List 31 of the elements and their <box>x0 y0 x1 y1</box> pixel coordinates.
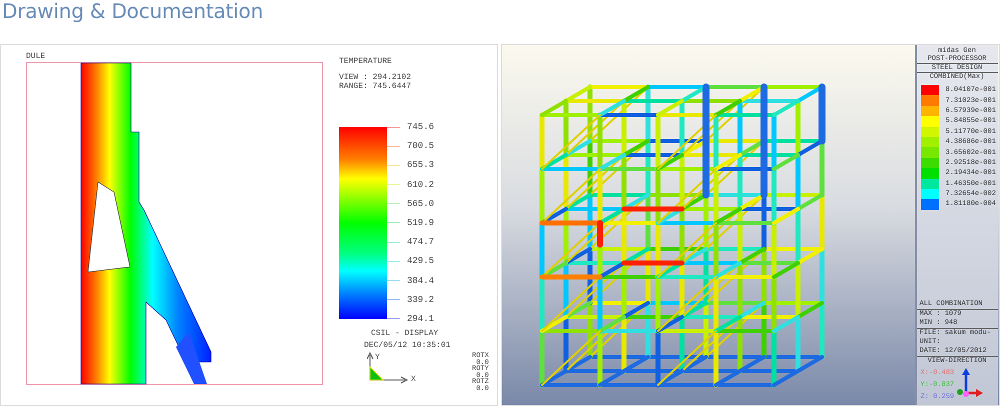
scale-tick <box>387 299 400 300</box>
scale-label: 565.0 <box>407 198 434 209</box>
scale-label: 294.1 <box>407 314 434 324</box>
scale-tick <box>387 146 400 147</box>
section-title: Drawing & Documentation <box>1 0 264 22</box>
axis-label: X <box>411 375 416 384</box>
scale-label: 700.5 <box>407 141 434 152</box>
axis-label: Y <box>375 353 380 362</box>
model-label: DULE <box>26 51 46 62</box>
scale-label: 384.4 <box>407 276 434 286</box>
scale-label: 339.2 <box>407 294 434 305</box>
scale-label: 519.9 <box>407 218 434 228</box>
scale-label: 745.6 <box>407 122 434 132</box>
scale-tick <box>387 318 400 320</box>
timestamp: DEC/05/12 10:35:01 <box>363 341 452 350</box>
scale-label: 655.3 <box>407 160 434 170</box>
scale-tick <box>387 203 400 204</box>
display-label: CSIL - DISPLAY <box>370 329 440 338</box>
scale-tick <box>387 260 400 262</box>
view-value: VIEW : 294.2102 <box>339 73 412 82</box>
scale-label: 474.7 <box>407 237 434 248</box>
scale-tick <box>387 222 400 224</box>
scale-tick <box>387 280 400 281</box>
scale-tick <box>387 184 400 186</box>
scale-tick <box>387 126 400 128</box>
scale-tick <box>387 242 400 243</box>
scale-tick <box>387 164 400 166</box>
scale-label: 610.2 <box>407 180 434 190</box>
range-value: RANGE: 745.6447 <box>339 82 412 91</box>
result-title: TEMPERATURE <box>339 57 393 66</box>
scale-label: 429.5 <box>407 256 434 266</box>
